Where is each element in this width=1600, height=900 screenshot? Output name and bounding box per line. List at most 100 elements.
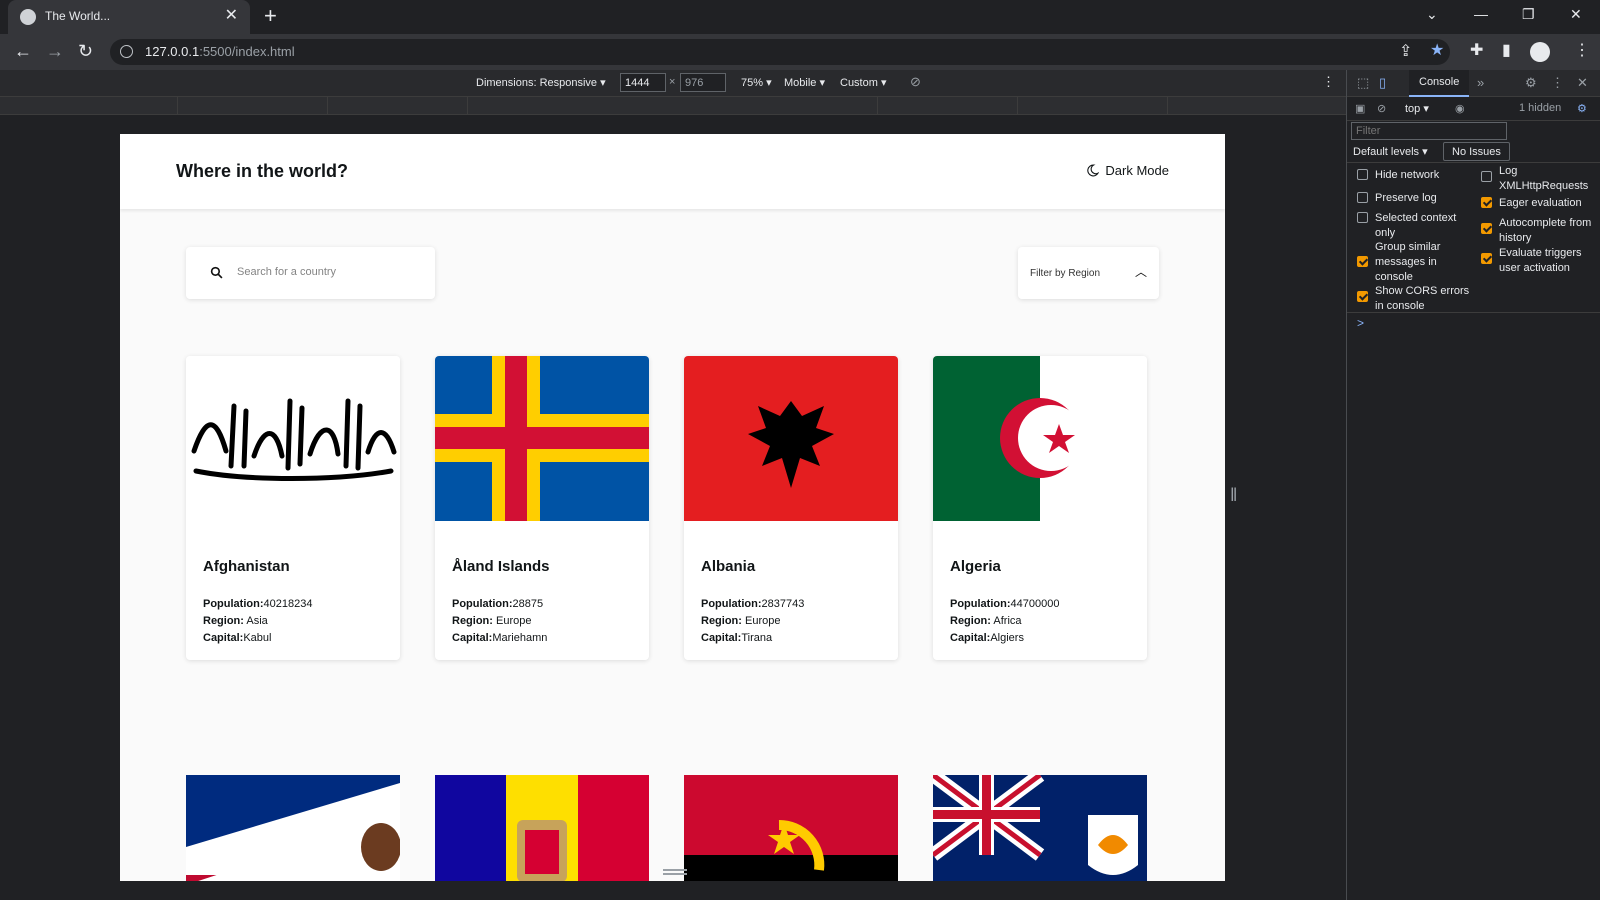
option-eager-eval[interactable]: Eager evaluation [1481, 196, 1599, 211]
checkbox[interactable] [1481, 223, 1492, 234]
console-settings-icon[interactable]: ⚙ [1577, 102, 1587, 115]
ruler-segment[interactable] [0, 97, 178, 114]
forward-button[interactable]: → [46, 41, 64, 61]
profile-avatar[interactable] [1530, 42, 1550, 62]
devtools-menu-icon[interactable]: ⋮ [1551, 75, 1564, 91]
search-input[interactable]: Search for a country [186, 247, 435, 299]
browser-tab[interactable]: The World... ✕ [8, 0, 250, 34]
issues-button[interactable]: No Issues [1443, 142, 1510, 161]
tab-console[interactable]: Console [1409, 70, 1470, 97]
web-page: Where in the world? Dark Mode Search for… [120, 134, 1225, 881]
back-button[interactable]: ← [14, 41, 32, 61]
ruler-segment[interactable] [468, 97, 878, 114]
country-card[interactable]: Albania Population:2837743 Region: Europ… [684, 356, 898, 660]
close-tab-icon[interactable]: ✕ [225, 7, 238, 25]
capital-value: Algiers [990, 632, 1024, 644]
ruler-segment[interactable] [878, 97, 1018, 114]
more-tabs-icon[interactable]: » [1477, 75, 1484, 90]
checkbox[interactable] [1357, 256, 1368, 267]
viewport-height-input[interactable] [680, 73, 726, 92]
device-toggle-icon[interactable]: ▯ [1379, 75, 1386, 91]
reload-button[interactable]: ↻ [78, 41, 93, 61]
country-card[interactable] [435, 775, 649, 881]
checkbox[interactable] [1481, 171, 1492, 182]
console-filter-input[interactable] [1351, 122, 1507, 140]
capital-label: Capital: [203, 632, 244, 644]
checkbox[interactable] [1481, 197, 1492, 208]
bottom-resize-handle[interactable] [663, 869, 687, 875]
country-name: Afghanistan [203, 558, 290, 575]
country-details: Population:2837743 Region: Europe Capita… [701, 596, 804, 647]
url-text: 127.0.0.1:5500/index.html [145, 44, 295, 59]
albania-flag-icon [684, 356, 898, 521]
option-group-similar[interactable]: Group similar messages in console [1357, 240, 1475, 285]
new-tab-button[interactable]: + [264, 3, 277, 29]
option-hide-network[interactable]: Hide network [1357, 168, 1475, 183]
country-card[interactable]: Algeria Population:44700000 Region: Afri… [933, 356, 1147, 660]
custom-dropdown[interactable]: Custom ▾ [840, 76, 886, 89]
checkbox[interactable] [1357, 212, 1368, 223]
checkbox[interactable] [1357, 291, 1368, 302]
region-filter-dropdown[interactable]: Filter by Region ︿ [1018, 247, 1159, 299]
country-card[interactable] [933, 775, 1147, 881]
throttle-dropdown[interactable]: Mobile ▾ [784, 76, 825, 89]
checkbox[interactable] [1481, 253, 1492, 264]
option-autocomplete[interactable]: Autocomplete from history [1481, 216, 1599, 246]
devtools-tabbar: ⬚ ▯ Console » ⚙ ⋮ ✕ [1347, 70, 1600, 97]
inspect-element-icon[interactable]: ⬚ [1357, 75, 1369, 91]
option-label: Show CORS errors in console [1375, 285, 1470, 312]
gear-icon[interactable]: ⚙ [1525, 75, 1537, 91]
context-dropdown[interactable]: top ▾ [1405, 102, 1429, 115]
country-card[interactable] [186, 775, 400, 881]
population-label: Population: [452, 598, 513, 610]
site-info-icon[interactable] [120, 45, 133, 58]
region-label: Region: [452, 615, 493, 627]
andorra-flag-icon [435, 775, 649, 881]
ruler-segment[interactable] [328, 97, 468, 114]
close-window-button[interactable]: ✕ [1570, 6, 1582, 23]
viewport-width-input[interactable] [620, 73, 666, 92]
region-value: Europe [496, 615, 532, 627]
site-header: Where in the world? Dark Mode [120, 134, 1225, 209]
address-bar[interactable]: 127.0.0.1:5500/index.html ⇪ ★ [110, 39, 1450, 65]
country-details: Population:44700000 Region: Africa Capit… [950, 596, 1059, 647]
clear-console-icon[interactable]: ⊘ [1377, 102, 1386, 115]
option-log-xhr[interactable]: Log XMLHttpRequests [1481, 164, 1599, 194]
zoom-dropdown[interactable]: 75% ▾ [741, 76, 772, 89]
dimensions-dropdown[interactable]: Dimensions: Responsive ▾ [476, 76, 606, 89]
viewport-resize-handle[interactable]: ‖ [1230, 485, 1237, 506]
checkbox[interactable] [1357, 169, 1368, 180]
option-preserve-log[interactable]: Preserve log [1357, 191, 1475, 206]
country-card[interactable]: Åland Islands Population:28875 Region: E… [435, 356, 649, 660]
tab-search-icon[interactable]: ⌄ [1426, 6, 1438, 23]
console-prompt[interactable]: > [1357, 316, 1364, 330]
minimize-button[interactable]: — [1474, 6, 1488, 22]
bookmark-star-icon[interactable]: ★ [1430, 42, 1444, 60]
ruler-segment[interactable] [1018, 97, 1168, 114]
chevron-up-icon: ︿ [1134, 265, 1147, 279]
share-icon[interactable]: ⇪ [1399, 43, 1412, 61]
rotate-icon[interactable]: ⊘ [910, 74, 921, 90]
restore-button[interactable]: ❐ [1522, 6, 1535, 23]
sidebar-toggle-icon[interactable]: ▣ [1355, 102, 1365, 115]
country-card[interactable] [684, 775, 898, 881]
dark-mode-toggle[interactable]: Dark Mode [1086, 163, 1169, 178]
option-cors-errors[interactable]: Show CORS errors in console [1357, 284, 1475, 314]
country-card[interactable]: Afghanistan Population:40218234 Region: … [186, 356, 400, 660]
option-label: Selected context only [1375, 212, 1457, 239]
side-panel-icon[interactable]: ▮ [1502, 42, 1511, 60]
population-value: 28875 [512, 598, 544, 610]
angola-flag-icon [684, 775, 898, 881]
menu-icon[interactable]: ⋮ [1574, 42, 1590, 60]
region-label: Region: [701, 615, 742, 627]
option-evaluate-triggers[interactable]: Evaluate triggers user activation [1481, 246, 1599, 276]
ruler-segment[interactable] [178, 97, 328, 114]
eye-icon[interactable]: ◉ [1455, 102, 1465, 115]
default-levels-dropdown[interactable]: Default levels ▾ [1353, 145, 1428, 158]
device-menu-icon[interactable]: ⋮ [1322, 74, 1335, 90]
checkbox[interactable] [1357, 192, 1368, 203]
extensions-icon[interactable]: ✚ [1470, 42, 1483, 60]
divider [1347, 312, 1600, 313]
close-devtools-icon[interactable]: ✕ [1577, 75, 1588, 91]
option-selected-context[interactable]: Selected context only [1357, 211, 1475, 241]
